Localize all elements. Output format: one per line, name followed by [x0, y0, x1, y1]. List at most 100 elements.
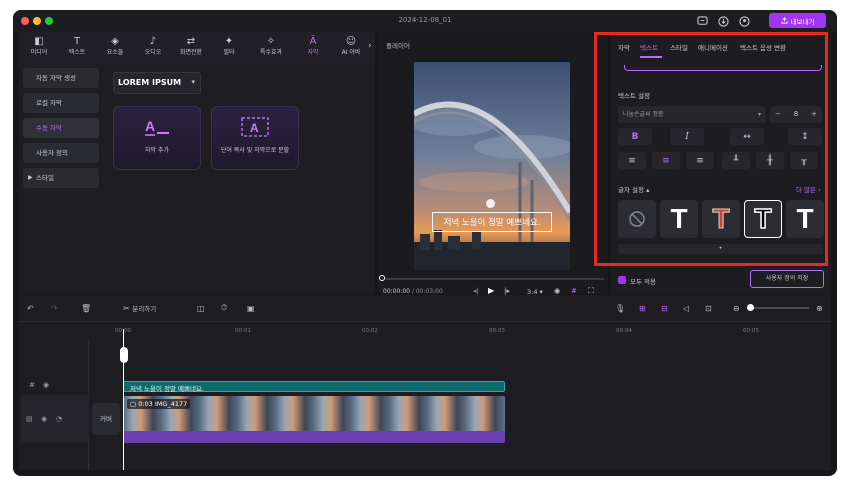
- microphone-icon[interactable]: 🎙: [615, 302, 625, 314]
- next-frame-icon[interactable]: |▸: [504, 287, 510, 295]
- apply-all-label: 모두 적용: [630, 278, 656, 286]
- toolbar-item-media[interactable]: ◧ 미디어: [21, 35, 57, 63]
- ruler-label: 00:03: [489, 328, 505, 334]
- toolbar-item-ai-avatar[interactable]: ☺ AI 아바: [333, 35, 369, 63]
- prev-frame-icon[interactable]: ◂|: [473, 287, 479, 295]
- playback-progress-bar[interactable]: [382, 278, 604, 280]
- add-subtitle-card[interactable]: A 자막 추가: [113, 106, 201, 170]
- ai-avatar-icon: ☺: [345, 36, 357, 47]
- style-dropdown-value: LOREM IPSUM: [118, 78, 182, 87]
- current-time: 00:00:00: [383, 288, 410, 295]
- timer-icon[interactable]: ⏱: [221, 302, 227, 314]
- toolbar-item-transition[interactable]: ⇄ 화면전환: [173, 35, 209, 63]
- style-dropdown[interactable]: LOREM IPSUM ▾: [113, 72, 201, 94]
- split-subtitle-icon: A: [238, 115, 272, 139]
- grid-icon[interactable]: #: [571, 287, 577, 295]
- chevron-down-icon: ▾: [191, 78, 195, 86]
- play-icon[interactable]: ▶: [488, 286, 494, 295]
- download-icon[interactable]: [717, 15, 729, 27]
- subtitle-clip[interactable]: 저녁 노을이 정말 예쁘네요.: [123, 381, 505, 393]
- apply-all-checkbox[interactable]: [618, 276, 626, 284]
- video-preview[interactable]: 저녁 노을이 정말 예쁘네요.: [414, 62, 570, 270]
- toolbar-scroll-right-icon[interactable]: ›: [368, 41, 372, 51]
- add-subtitle-label: 자막 추가: [145, 147, 169, 154]
- window-title: 2024-12-08_01: [398, 16, 452, 24]
- toolbar-item-subtitle[interactable]: Ā 자막: [295, 35, 331, 63]
- audio-detach-icon[interactable]: ◁: [683, 302, 689, 314]
- toolbar-item-text[interactable]: T 텍스트: [59, 35, 95, 63]
- redo-icon[interactable]: ↷: [51, 302, 58, 314]
- side-item-custom[interactable]: 사용자 정의: [23, 143, 99, 163]
- toolbar-item-audio[interactable]: ♪ 오디오: [135, 35, 171, 63]
- text-icon: T: [73, 36, 81, 47]
- video-frame-image: [414, 62, 570, 270]
- audio-icon: ♪: [149, 36, 157, 47]
- caret-right-icon: ▶: [28, 174, 33, 181]
- save-custom-button[interactable]: 사용자 정의 저장: [750, 270, 824, 288]
- subtitle-panel: 자동 자막 생성 로컬 자막 수동 자막 사용자 정의 ▶ 스타일 LOREM …: [19, 64, 375, 294]
- subtitle-icon: Ā: [309, 36, 317, 47]
- export-label: 내보내기: [790, 17, 815, 26]
- side-item-auto-subtitle[interactable]: 자동 자막 생성: [23, 68, 99, 88]
- effects-icon: ✧: [266, 36, 276, 47]
- side-item-style-label: 스타일: [36, 174, 54, 182]
- toolbar-item-filter[interactable]: ✦ 필터: [211, 35, 247, 63]
- undo-icon[interactable]: ↶: [27, 302, 34, 314]
- track-audio-icon[interactable]: ◔: [56, 415, 62, 423]
- export-icon: [780, 17, 788, 24]
- video-clip[interactable]: ▢ 0:03 IMG_4177: [123, 396, 505, 443]
- zoom-slider[interactable]: [747, 307, 809, 309]
- snap-icon[interactable]: ⊟: [661, 302, 668, 314]
- ruler-label: 00:05: [743, 328, 759, 334]
- media-toolbar: ◧ 미디어 T 텍스트 ◈ 요소들 ♪ 오디오 ⇄ 화면전환 ✦ 필터 ✧ 특수효과 Ā 자막 …: [19, 32, 375, 64]
- side-item-style[interactable]: ▶ 스타일: [23, 168, 99, 188]
- track-lock-icon[interactable]: ▤: [26, 415, 33, 423]
- snapshot-icon[interactable]: ◉: [554, 287, 560, 295]
- timeline-panel: ↶ ↷ 🗑 ✂ 분리하기 ◫ ⏱ ▣ 🎙 ⊞ ⊟ ◁ ⊡ ⊖ ⊕ 00:00 0…: [19, 295, 831, 470]
- filter-icon: ✦: [224, 36, 234, 47]
- video-clip-label: ▢ 0:03 IMG_4177: [127, 399, 191, 409]
- zoom-in-icon[interactable]: ⊕: [816, 302, 823, 314]
- video-caption-text: 저녁 노을이 정말 예쁘네요.: [443, 218, 541, 228]
- elements-icon: ◈: [111, 36, 119, 47]
- ruler-label: 00:04: [616, 328, 632, 334]
- total-time: 00:03:00: [415, 288, 443, 295]
- rotate-handle-icon[interactable]: [486, 199, 495, 208]
- timeline-divider: [19, 321, 831, 322]
- side-item-manual-subtitle[interactable]: 수동 자막: [23, 118, 99, 138]
- svg-text:A: A: [250, 121, 259, 135]
- highlight-frame: [594, 32, 828, 266]
- caption-selection-box[interactable]: 저녁 노을이 정말 예쁘네요.: [432, 212, 552, 232]
- clip-icon: ▢: [130, 400, 139, 408]
- zoom-slider-knob[interactable]: [747, 304, 754, 311]
- ai-icon[interactable]: ▣: [247, 302, 255, 314]
- add-subtitle-icon: A: [140, 115, 174, 139]
- fit-icon[interactable]: ⊡: [705, 302, 712, 314]
- playhead-knob[interactable]: [379, 275, 385, 281]
- toolbar-item-effects[interactable]: ✧ 특수효과: [253, 35, 289, 63]
- toolbar-item-elements[interactable]: ◈ 요소들: [97, 35, 133, 63]
- mask-icon[interactable]: ◫: [197, 302, 205, 314]
- link-clips-icon[interactable]: ⊞: [639, 302, 646, 314]
- playhead-handle[interactable]: [120, 347, 128, 363]
- video-track-header: ▤ ◉ ◔: [21, 395, 89, 443]
- cover-button[interactable]: 커버: [92, 403, 120, 435]
- media-icon: ◧: [34, 36, 44, 47]
- split-button[interactable]: ✂ 분리하기: [123, 302, 156, 314]
- subtitle-clip-text: 저녁 노을이 정말 예쁘네요.: [130, 385, 205, 393]
- track-visibility-icon[interactable]: ◉: [43, 381, 49, 389]
- player-panel: 플레이어 저녁 노을이 정말 예쁘네요. 00:00:00 / 00:03:00…: [378, 32, 608, 296]
- delete-icon[interactable]: 🗑: [81, 302, 91, 314]
- ruler-label: 00:02: [362, 328, 378, 334]
- side-item-local-subtitle[interactable]: 로컬 자막: [23, 93, 99, 113]
- export-button[interactable]: 내보내기: [769, 13, 826, 28]
- track-visibility-icon[interactable]: ◉: [41, 415, 47, 423]
- svg-text:A: A: [145, 118, 155, 134]
- zoom-out-icon[interactable]: ⊖: [733, 302, 740, 314]
- account-icon[interactable]: [738, 15, 750, 27]
- feedback-icon[interactable]: [696, 15, 708, 27]
- split-subtitle-label: 단어 복사 및 자막으로 분할: [220, 147, 290, 154]
- video-clip-label-text: 0:03 IMG_4177: [138, 400, 188, 408]
- split-subtitle-card[interactable]: A 단어 복사 및 자막으로 분할: [211, 106, 299, 170]
- scissors-icon: ✂: [123, 303, 130, 313]
